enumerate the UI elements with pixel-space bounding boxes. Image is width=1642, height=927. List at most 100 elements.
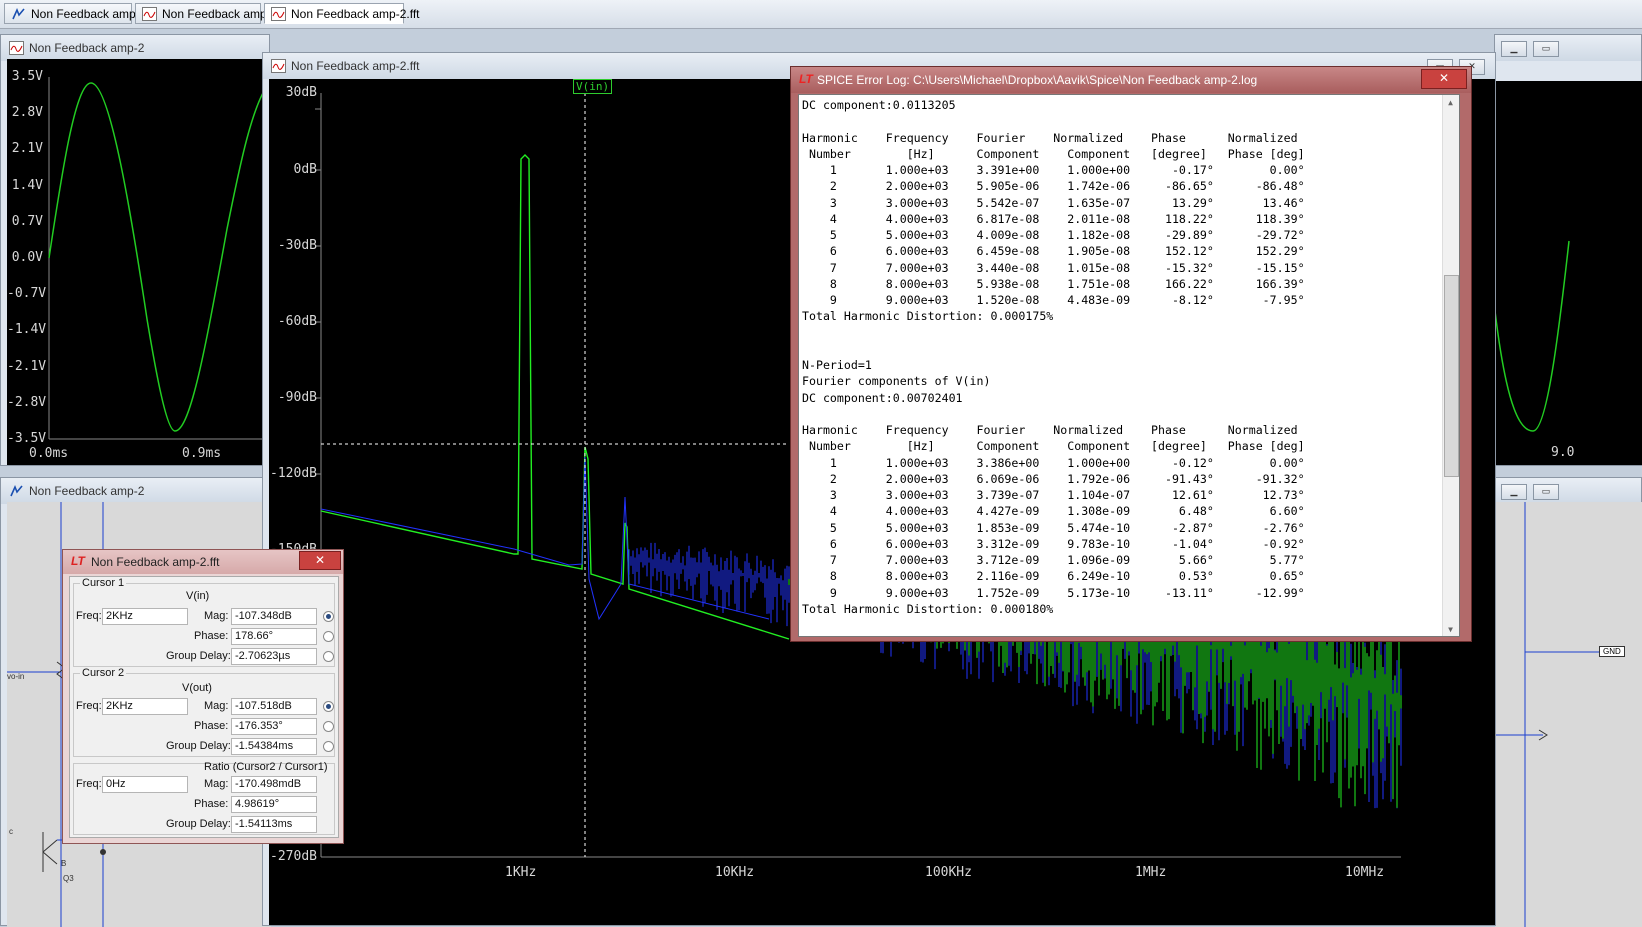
- schematic-icon: [12, 7, 25, 20]
- cursor1-mag-field[interactable]: -107.348dB: [231, 608, 317, 625]
- schematic-canvas[interactable]: GND: [1495, 502, 1642, 927]
- cursor1-group-delay-radio[interactable]: [323, 651, 334, 662]
- log-line: 3 3.000e+03 3.739e-07 1.104e-07 12.61° 1…: [802, 488, 1305, 502]
- cursor-dialog-body: Cursor 1 V(in) Freq: 2KHz Mag: -107.348d…: [69, 576, 339, 838]
- component-label-q3: Q3: [63, 874, 74, 883]
- log-line: 8 8.000e+03 5.938e-08 1.751e-08 166.22° …: [802, 276, 1305, 291]
- cursor2-mag-radio[interactable]: [323, 701, 334, 712]
- tab-fft[interactable]: Non Feedback amp-2.fft: [264, 3, 420, 24]
- window-titlebar[interactable]: ▁ ▭: [1495, 478, 1641, 504]
- cursor1-freq-field[interactable]: 2KHz: [102, 608, 188, 625]
- window-titlebar[interactable]: LT SPICE Error Log: C:\Users\Michael\Dro…: [791, 67, 1471, 93]
- window-title: Non Feedback amp-2: [29, 484, 145, 498]
- maximize-button[interactable]: ▭: [1533, 484, 1559, 500]
- cursor2-freq-field[interactable]: 2KHz: [102, 698, 188, 715]
- fft-x-tick: 1KHz: [505, 865, 537, 880]
- time-y-tick: -3.5V: [7, 431, 47, 446]
- fft-y-tick: -120dB: [270, 466, 317, 481]
- group-delay-label: Group Delay:: [166, 740, 231, 752]
- fft-y-tick: -30dB: [277, 238, 317, 253]
- schematic-icon: [10, 484, 23, 497]
- log-line: 4 4.000e+03 4.427e-09 1.308e-09 6.48° 6.…: [802, 504, 1305, 519]
- window-titlebar[interactable]: Non Feedback amp-2: [1, 35, 269, 61]
- tab-label: Non Feedback amp-2.fft: [291, 7, 420, 21]
- waveform-icon: [271, 59, 286, 73]
- cursor1-phase-field[interactable]: 178.66°: [231, 628, 317, 645]
- log-line: 1 1.000e+03 3.386e+00 1.000e+00 -0.12° 0…: [802, 455, 1305, 470]
- vertical-scrollbar[interactable]: ▲ ▼: [1442, 95, 1459, 636]
- scroll-down-arrow-icon[interactable]: ▼: [1443, 622, 1458, 636]
- tab-schematic-1[interactable]: Non Feedback amp-2: [4, 3, 146, 24]
- window-title: SPICE Error Log: C:\Users\Michael\Dropbo…: [817, 73, 1258, 87]
- right-plot-area[interactable]: 9.0: [1495, 81, 1642, 465]
- trace-label-vin[interactable]: V(in): [573, 79, 613, 94]
- time-y-tick: 2.1V: [11, 141, 43, 157]
- cursor1-mag-radio[interactable]: [323, 611, 334, 622]
- cursor2-phase-field[interactable]: -176.353°: [231, 718, 317, 735]
- schematic-wires: [1495, 502, 1599, 927]
- scroll-up-arrow-icon[interactable]: ▲: [1443, 95, 1458, 109]
- ltspice-logo-icon: LT: [799, 72, 813, 86]
- log-text-area[interactable]: DC component:0.0113205 Harmonic Frequenc…: [798, 94, 1460, 637]
- cursor2-group-delay-field[interactable]: -1.54384ms: [231, 738, 317, 755]
- log-line: 6 6.000e+03 6.459e-08 1.905e-08 152.12° …: [802, 244, 1305, 259]
- fft-y-tick: -90dB: [277, 390, 317, 405]
- window-title: Non Feedback amp-2: [29, 41, 145, 55]
- cursor1-phase-radio[interactable]: [323, 631, 334, 642]
- window-titlebar[interactable]: Non Feedback amp-2: [1, 478, 269, 504]
- cursor2-group: Cursor 2 V(out) Freq: 2KHz Mag: -107.518…: [73, 667, 335, 757]
- minimize-button[interactable]: ▁: [1501, 484, 1527, 500]
- log-line: 7 7.000e+03 3.712e-09 1.096e-09 5.66° 5.…: [802, 553, 1305, 567]
- log-line: 2 2.000e+03 5.905e-06 1.742e-06 -86.65° …: [802, 179, 1305, 194]
- cursor-dialog: LT Non Feedback amp-2.fft ✕ Cursor 1 V(i…: [62, 549, 344, 844]
- mag-label: Mag:: [204, 778, 229, 790]
- right-plot-window: ▁ ▭ 9.0: [1494, 34, 1642, 466]
- log-line: Number [Hz] Component Component [degree]…: [802, 439, 1305, 454]
- ratio-group-delay-field[interactable]: -1.54113ms: [231, 816, 317, 833]
- mag-label: Mag:: [204, 700, 229, 712]
- net-label-in: vo-in: [7, 672, 25, 681]
- log-line: 3 3.000e+03 5.542e-07 1.635e-07 13.29° 1…: [802, 195, 1305, 210]
- close-button[interactable]: ✕: [1421, 69, 1467, 89]
- fft-y-tick: 0dB: [293, 162, 317, 177]
- tab-waveform-1[interactable]: Non Feedback amp-2: [135, 3, 277, 24]
- maximize-button[interactable]: ▭: [1533, 41, 1559, 57]
- fft-x-tick: 10MHz: [1345, 865, 1385, 880]
- cursor2-phase-radio[interactable]: [323, 721, 334, 732]
- group-label: Ratio (Cursor2 / Cursor1): [204, 761, 328, 773]
- close-button[interactable]: ✕: [299, 551, 341, 570]
- log-line: 4 4.000e+03 6.817e-08 2.011e-08 118.22° …: [802, 211, 1305, 226]
- time-y-tick: -2.1V: [7, 358, 47, 374]
- time-plot-area[interactable]: 3.5V 2.8V 2.1V 1.4V 0.7V 0.0V -0.7V -1.4V -2.1V -…: [7, 59, 271, 465]
- log-line: 5 5.000e+03 4.009e-08 1.182e-08 -29.89° …: [802, 228, 1305, 242]
- fft-x-tick: 10KHz: [715, 865, 755, 880]
- minimize-button[interactable]: ▁: [1501, 41, 1527, 57]
- log-line: DC component:0.00702401: [802, 390, 963, 405]
- window-titlebar[interactable]: ▁ ▭: [1495, 35, 1641, 61]
- log-line: DC component:0.0113205: [802, 98, 956, 112]
- log-line: Fourier components of V(in): [802, 374, 991, 389]
- waveform-icon: [9, 41, 24, 55]
- log-line: N-Period=1: [802, 358, 872, 372]
- log-line: 6 6.000e+03 3.312e-09 9.783e-10 -1.04° -…: [802, 536, 1305, 551]
- log-line: 2 2.000e+03 6.069e-06 1.792e-06 -91.43° …: [802, 471, 1305, 486]
- log-line: Harmonic Frequency Fourier Normalized Ph…: [802, 423, 1298, 437]
- time-y-tick: -2.8V: [7, 394, 47, 410]
- cursor2-mag-field[interactable]: -107.518dB: [231, 698, 317, 715]
- time-y-tick: 2.8V: [11, 105, 43, 121]
- dialog-titlebar[interactable]: LT Non Feedback amp-2.fft ✕: [63, 550, 343, 574]
- vin-spectrum-trace: [320, 154, 790, 640]
- time-y-tick: 0.0V: [11, 250, 43, 265]
- log-line: Harmonic Frequency Fourier Normalized Ph…: [802, 130, 1298, 145]
- cursor1-group-delay-field[interactable]: -2.70623µs: [231, 648, 317, 665]
- scrollbar-thumb[interactable]: [1444, 275, 1459, 477]
- ratio-phase-field[interactable]: 4.98619°: [231, 796, 317, 813]
- ratio-freq-field[interactable]: 0Hz: [102, 776, 188, 793]
- ratio-mag-field[interactable]: -170.498mdB: [231, 776, 317, 793]
- time-y-tick: 0.7V: [11, 213, 43, 229]
- cursor2-group-delay-radio[interactable]: [323, 741, 334, 752]
- ratio-group: Ratio (Cursor2 / Cursor1) Freq: 0Hz Mag:…: [73, 761, 335, 835]
- phase-label: Phase:: [194, 720, 229, 732]
